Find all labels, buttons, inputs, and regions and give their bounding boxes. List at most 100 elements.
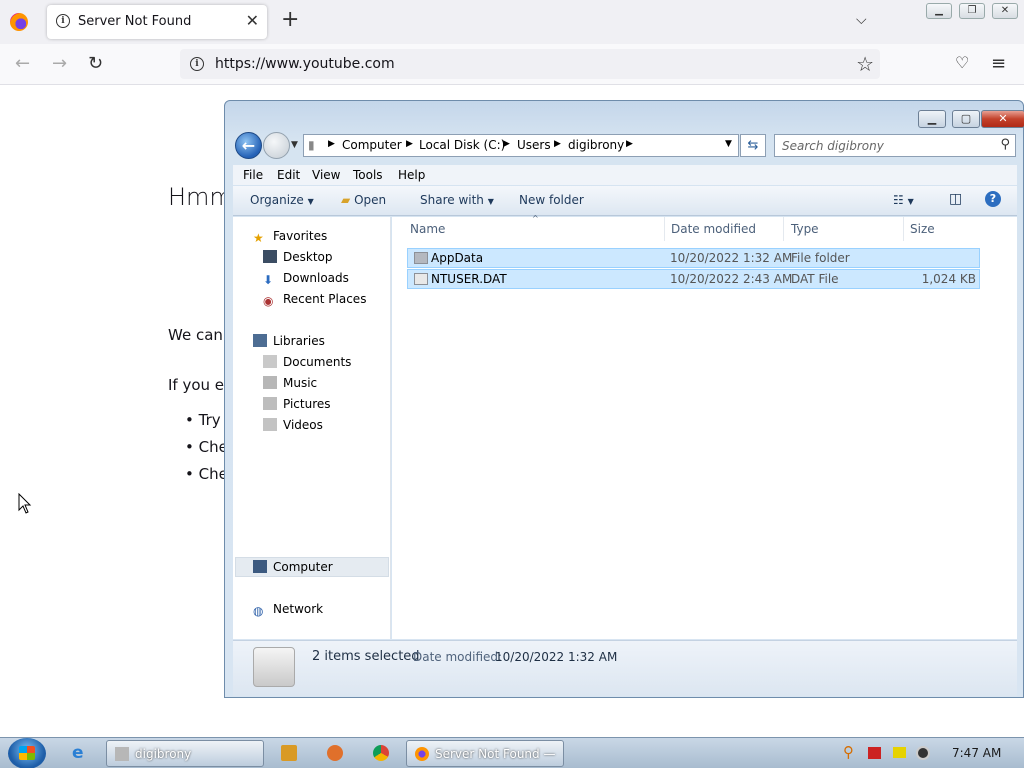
- nav-documents[interactable]: Documents: [263, 355, 351, 369]
- explorer-minimize-button[interactable]: ▁: [918, 110, 946, 128]
- url-bar[interactable]: i https://www.youtube.com ☆: [180, 49, 880, 79]
- nav-music[interactable]: Music: [263, 376, 317, 390]
- menu-view[interactable]: View: [312, 168, 340, 182]
- reload-icon[interactable]: ↻: [88, 53, 103, 74]
- refresh-icon[interactable]: ⇆: [740, 134, 766, 157]
- media-player-icon[interactable]: [281, 745, 297, 761]
- nav-favorites[interactable]: ★ Favorites: [253, 229, 327, 245]
- preview-pane-icon[interactable]: ◫: [949, 191, 962, 207]
- organize-button[interactable]: Organize ▼: [250, 193, 314, 207]
- column-divider[interactable]: [664, 217, 665, 241]
- breadcrumb-arrow-icon[interactable]: ▶: [503, 139, 510, 149]
- breadcrumb-users[interactable]: Users: [517, 138, 551, 152]
- column-name[interactable]: Name: [410, 222, 445, 236]
- network-icon: ◍: [253, 604, 264, 618]
- error-bullet: • Try: [185, 411, 221, 429]
- date-modified-label: Date modified:: [413, 650, 503, 664]
- list-tabs-icon[interactable]: ⌵: [856, 12, 867, 28]
- nav-videos[interactable]: Videos: [263, 418, 323, 432]
- column-size[interactable]: Size: [910, 222, 935, 236]
- taskbar-explorer-button[interactable]: digibrony: [106, 740, 264, 767]
- breadcrumb-computer[interactable]: Computer: [342, 138, 402, 152]
- file-list: Name ^ Date modified Type Size AppData 1…: [392, 214, 1017, 639]
- breadcrumb-arrow-icon[interactable]: ▶: [554, 139, 561, 149]
- search-tray-icon[interactable]: ⚲: [843, 743, 859, 761]
- nav-downloads[interactable]: ⬇ Downloads: [263, 271, 349, 287]
- back-button[interactable]: ←: [235, 132, 262, 159]
- file-row[interactable]: NTUSER.DAT 10/20/2022 2:43 AM DAT File 1…: [407, 269, 980, 289]
- file-name: NTUSER.DAT: [431, 272, 507, 286]
- explorer-close-button[interactable]: ✕: [981, 110, 1024, 128]
- breadcrumb-arrow-icon[interactable]: ▶: [406, 139, 413, 149]
- volume-tray-icon[interactable]: [916, 746, 930, 760]
- clock[interactable]: 7:47 AM: [952, 746, 1001, 760]
- libraries-icon: [253, 334, 267, 347]
- nav-recent-places[interactable]: ◉ Recent Places: [263, 292, 366, 308]
- help-icon[interactable]: ?: [985, 191, 1001, 207]
- column-divider[interactable]: [783, 217, 784, 241]
- tab-server-not-found[interactable]: i Server Not Found ✕: [47, 5, 267, 39]
- share-with-button[interactable]: Share with ▼: [420, 193, 494, 207]
- breadcrumb-digibrony[interactable]: digibrony: [568, 138, 624, 152]
- bookmark-star-icon[interactable]: ☆: [856, 52, 874, 76]
- close-window-button[interactable]: ✕: [992, 3, 1018, 19]
- info-icon: i: [56, 14, 70, 28]
- error-line-1: We can: [168, 326, 223, 344]
- nav-libraries[interactable]: Libraries: [253, 334, 325, 348]
- address-dropdown-icon[interactable]: ▼: [725, 139, 732, 149]
- videos-icon: [263, 418, 277, 431]
- file-name: AppData: [431, 251, 484, 265]
- breadcrumb-local-disk[interactable]: Local Disk (C:): [419, 138, 505, 152]
- column-type[interactable]: Type: [791, 222, 819, 236]
- file-size: 1,024 KB: [921, 272, 976, 286]
- search-input[interactable]: Search digibrony ⚲: [774, 134, 1016, 157]
- pictures-icon: [263, 397, 277, 410]
- menu-tools[interactable]: Tools: [353, 168, 383, 182]
- nav-network[interactable]: ◍ Network: [253, 602, 323, 618]
- start-button[interactable]: [8, 738, 46, 768]
- nav-pictures[interactable]: Pictures: [263, 397, 331, 411]
- drive-icon: ▮: [308, 138, 315, 152]
- flag-tray-icon[interactable]: [868, 747, 881, 759]
- explorer-maximize-button[interactable]: ▢: [952, 110, 980, 128]
- nav-desktop[interactable]: Desktop: [263, 250, 333, 264]
- search-icon[interactable]: ⚲: [1000, 137, 1010, 152]
- explorer-navbar: ← ▼ ▮ ▶ Computer ▶ Local Disk (C:) ▶ Use…: [233, 131, 1017, 161]
- app-icon[interactable]: [327, 745, 343, 761]
- breadcrumb-arrow-icon[interactable]: ▶: [328, 139, 335, 149]
- menu-edit[interactable]: Edit: [277, 168, 300, 182]
- menu-help[interactable]: Help: [398, 168, 425, 182]
- back-icon[interactable]: ←: [15, 53, 30, 74]
- forward-icon[interactable]: →: [52, 53, 67, 74]
- new-folder-button[interactable]: New folder: [519, 193, 584, 207]
- menu-icon[interactable]: ≡: [991, 53, 1006, 74]
- open-button[interactable]: ▰ Open: [341, 193, 386, 207]
- minimize-button[interactable]: ▁: [926, 3, 952, 19]
- chrome-icon[interactable]: [373, 745, 389, 761]
- pocket-icon[interactable]: ♡: [955, 53, 969, 72]
- file-row[interactable]: AppData 10/20/2022 1:32 AM File folder: [407, 248, 980, 268]
- close-tab-icon[interactable]: ✕: [246, 11, 259, 30]
- menu-bar: File Edit View Tools Help: [233, 165, 1017, 185]
- date-modified-value: 10/20/2022 1:32 AM: [495, 650, 618, 664]
- column-date-modified[interactable]: Date modified: [671, 222, 756, 236]
- battery-tray-icon[interactable]: [893, 747, 906, 758]
- menu-file[interactable]: File: [243, 168, 263, 182]
- nav-computer[interactable]: Computer: [253, 560, 333, 574]
- column-divider[interactable]: [903, 217, 904, 241]
- internet-explorer-icon[interactable]: e: [72, 743, 88, 763]
- breadcrumb-arrow-icon[interactable]: ▶: [626, 139, 633, 149]
- recent-pages-dropdown[interactable]: ▼: [291, 140, 298, 150]
- taskbar-firefox-button[interactable]: Server Not Found — ...: [406, 740, 564, 768]
- address-bar[interactable]: ▮ ▶ Computer ▶ Local Disk (C:) ▶ Users ▶…: [303, 134, 739, 157]
- change-view-icon[interactable]: ☷ ▼: [893, 193, 914, 207]
- forward-button[interactable]: [263, 132, 290, 159]
- recent-places-icon: ◉: [263, 294, 274, 308]
- file-date: 10/20/2022 1:32 AM: [670, 251, 793, 265]
- windows-logo-icon: [19, 746, 35, 760]
- restore-button[interactable]: ❐: [959, 3, 985, 19]
- new-tab-button[interactable]: +: [281, 9, 299, 31]
- explorer-icon: [115, 747, 129, 761]
- url-text[interactable]: https://www.youtube.com: [215, 56, 395, 72]
- site-info-icon[interactable]: i: [190, 57, 204, 71]
